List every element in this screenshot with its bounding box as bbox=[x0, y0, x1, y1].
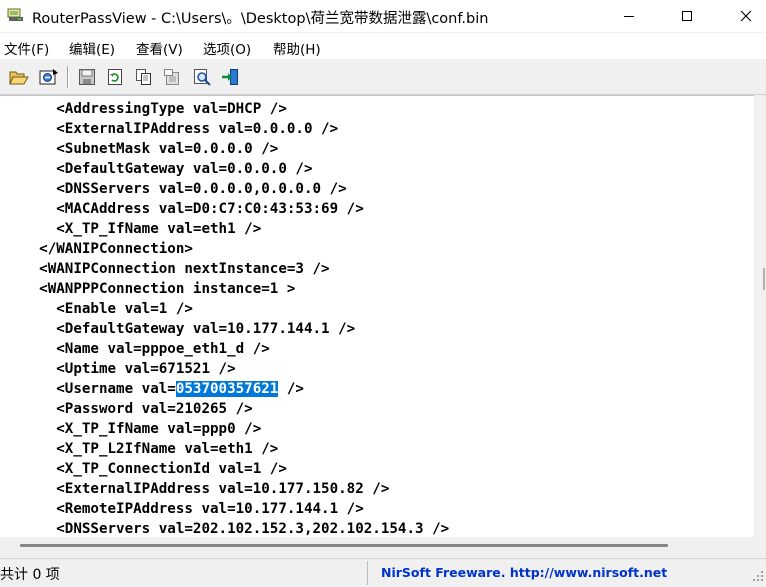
code-line: </WANIPConnection> bbox=[5, 241, 193, 257]
save-button[interactable] bbox=[77, 67, 97, 87]
code-line-suffix: /> bbox=[278, 381, 304, 397]
app-icon bbox=[7, 7, 25, 23]
code-line: <Uptime val=671521 /> bbox=[5, 361, 236, 377]
minimize-icon bbox=[624, 16, 634, 17]
code-line: <Password val=210265 /> bbox=[5, 401, 253, 417]
code-line: <X_TP_ConnectionId val=1 /> bbox=[5, 461, 287, 477]
copy-button[interactable] bbox=[134, 67, 154, 87]
menu-file[interactable]: 文件(F) bbox=[4, 38, 49, 58]
code-line: <X_TP_L2IfName val=eth1 /> bbox=[5, 441, 279, 457]
code-line: <X_TP_IfName val=ppp0 /> bbox=[5, 421, 262, 437]
status-bar: 共计 0 项 NirSoft Freeware. http://www.nirs… bbox=[0, 558, 766, 587]
close-button[interactable] bbox=[722, 0, 766, 32]
resize-grip-icon[interactable] bbox=[752, 570, 764, 582]
copy-icon bbox=[136, 69, 151, 85]
find-button[interactable] bbox=[192, 67, 212, 87]
code-line: <RemoteIPAddress val=10.177.144.1 /> bbox=[5, 501, 364, 517]
close-icon bbox=[740, 10, 752, 22]
properties-icon bbox=[164, 69, 179, 85]
code-line: <SubnetMask val=0.0.0.0 /> bbox=[5, 141, 279, 157]
horizontal-scrollbar[interactable] bbox=[0, 537, 754, 557]
find-icon bbox=[194, 69, 211, 86]
toolbar-separator bbox=[67, 66, 68, 88]
vertical-scroll-thumb[interactable] bbox=[763, 268, 765, 290]
code-line: <ExternalIPAddress val=10.177.150.82 /> bbox=[5, 481, 390, 497]
properties-button[interactable] bbox=[162, 67, 182, 87]
code-line: <ExternalIPAddress val=0.0.0.0 /> bbox=[5, 121, 339, 137]
code-line: <DNSServers val=202.102.152.3,202.102.15… bbox=[5, 521, 450, 537]
horizontal-scroll-thumb[interactable] bbox=[20, 544, 668, 547]
minimize-button[interactable] bbox=[605, 0, 653, 32]
open-folder-icon bbox=[9, 71, 29, 85]
code-line: <DefaultGateway val=0.0.0.0 /> bbox=[5, 161, 313, 177]
menu-help[interactable]: 帮助(H) bbox=[273, 38, 321, 58]
code-line-prefix: <Username val= bbox=[5, 381, 176, 397]
code-line: <Enable val=1 /> bbox=[5, 301, 193, 317]
vertical-scrollbar[interactable] bbox=[754, 95, 766, 537]
exit-icon bbox=[222, 69, 238, 85]
code-line: <WANIPConnection nextInstance=3 /> bbox=[5, 261, 330, 277]
refresh-icon bbox=[108, 69, 122, 85]
refresh-button[interactable] bbox=[105, 67, 125, 87]
scrollbar-corner bbox=[754, 537, 766, 557]
code-line-username: <Username val=053700357621 /> bbox=[5, 379, 304, 399]
menu-view[interactable]: 查看(V) bbox=[136, 38, 183, 58]
save-icon bbox=[79, 69, 95, 85]
maximize-icon bbox=[682, 11, 692, 21]
maximize-button[interactable] bbox=[663, 0, 711, 32]
config-text-view[interactable]: <AddressingType val=DHCP /> <ExternalIPA… bbox=[0, 95, 754, 538]
exit-button[interactable] bbox=[220, 67, 240, 87]
code-line: <X_TP_IfName val=eth1 /> bbox=[5, 221, 262, 237]
code-line: <Name val=pppoe_eth1_d /> bbox=[5, 341, 270, 357]
nirsoft-link[interactable]: NirSoft Freeware. http://www.nirsoft.net bbox=[381, 565, 667, 580]
code-line: <WANPPPConnection instance=1 > bbox=[5, 281, 296, 297]
open-folder-button[interactable] bbox=[9, 67, 29, 87]
menu-options[interactable]: 选项(O) bbox=[203, 38, 251, 58]
status-divider bbox=[367, 561, 368, 585]
selected-text[interactable]: 053700357621 bbox=[175, 381, 279, 397]
window-title: RouterPassView - C:\Users\。\Desktop\荷兰宽带… bbox=[32, 11, 489, 27]
open-browser-icon bbox=[39, 69, 58, 85]
code-line: <AddressingType val=DHCP /> bbox=[5, 101, 287, 117]
code-line: <DNSServers val=0.0.0.0,0.0.0.0 /> bbox=[5, 181, 347, 197]
menu-edit[interactable]: 编辑(E) bbox=[69, 38, 115, 58]
code-line: <DefaultGateway val=10.177.144.1 /> bbox=[5, 321, 356, 337]
toolbar bbox=[0, 60, 766, 95]
code-line: <MACAddress val=D0:C7:C0:43:53:69 /> bbox=[5, 201, 364, 217]
item-count: 共计 0 项 bbox=[0, 567, 60, 583]
menu-bar: 文件(F) 编辑(E) 查看(V) 选项(O) 帮助(H) bbox=[0, 33, 766, 59]
title-bar: RouterPassView - C:\Users\。\Desktop\荷兰宽带… bbox=[0, 0, 766, 32]
open-browser-button[interactable] bbox=[39, 67, 59, 87]
